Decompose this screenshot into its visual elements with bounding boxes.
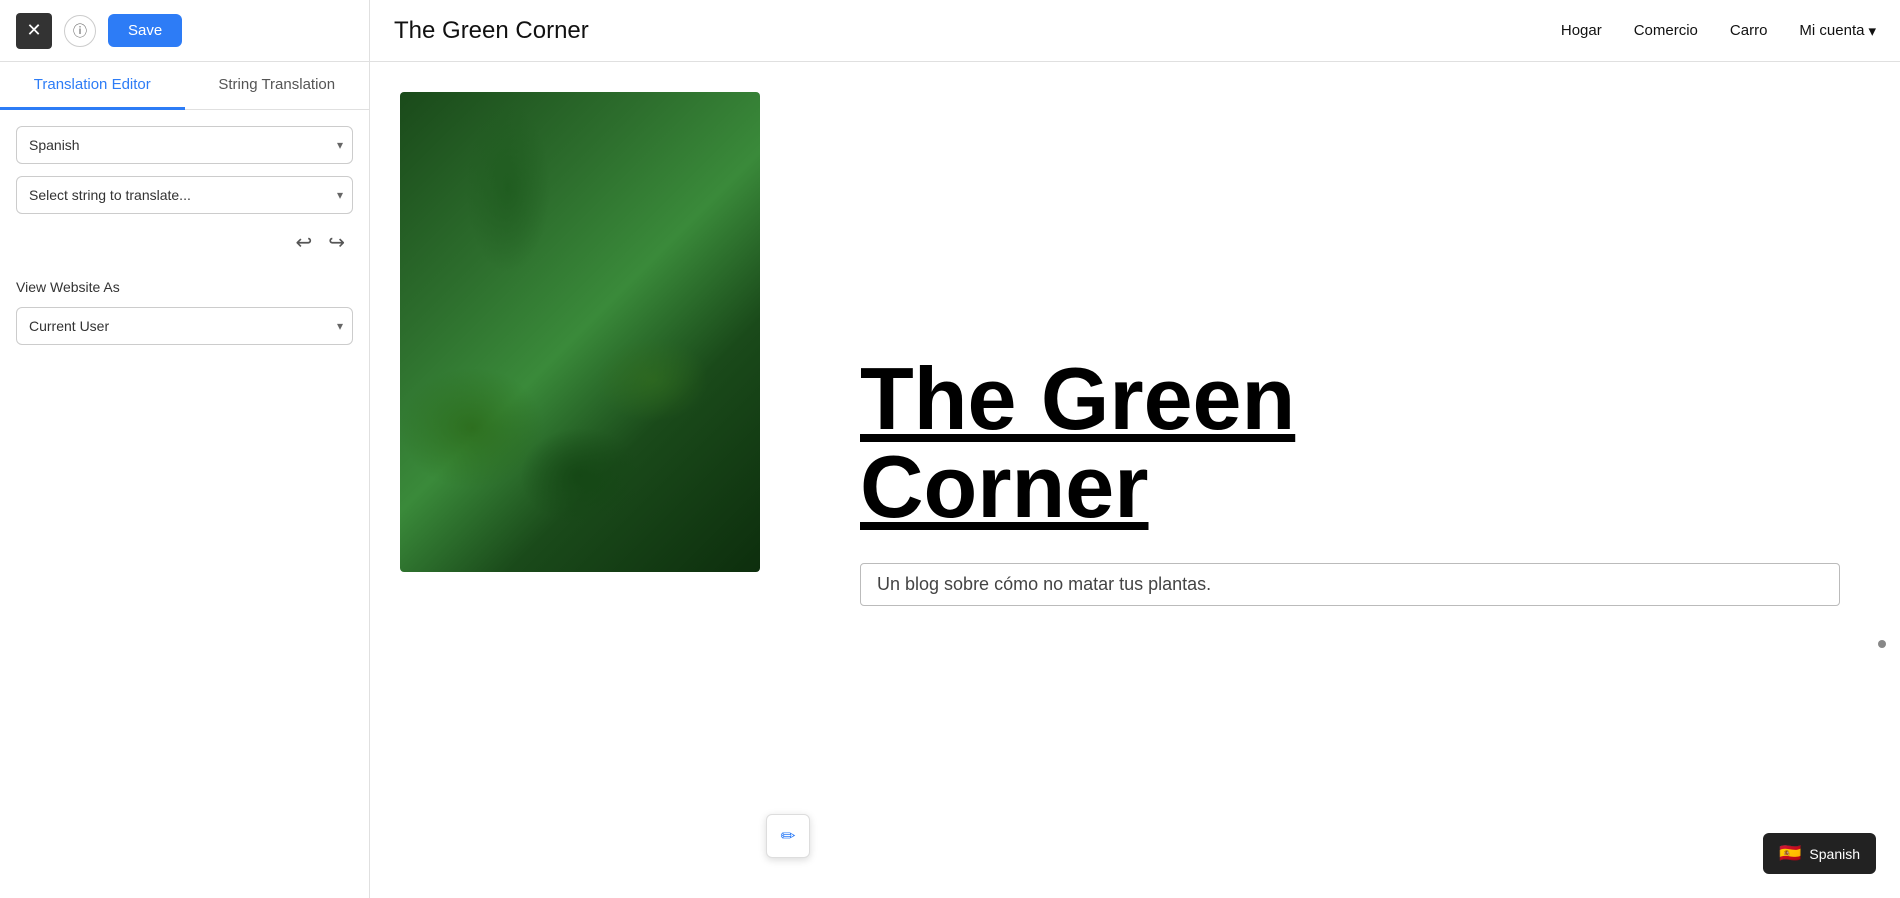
topbar: ✕ ⓘ Save The Green Corner Hogar Comercio… bbox=[0, 0, 1900, 62]
view-as-select[interactable]: Current User Guest bbox=[16, 307, 353, 345]
pencil-icon: ✏ bbox=[780, 826, 795, 847]
undo-button[interactable]: ↩ bbox=[291, 226, 316, 259]
language-select-wrapper: Spanish French German Portuguese ▾ bbox=[16, 126, 353, 164]
view-as-select-wrapper: Current User Guest ▾ bbox=[16, 307, 353, 345]
topbar-nav: Hogar Comercio Carro Mi cuenta ▾ bbox=[1537, 22, 1900, 40]
nav-account-arrow-icon: ▾ bbox=[1868, 22, 1876, 40]
nav-hogar[interactable]: Hogar bbox=[1561, 22, 1602, 39]
hero-section: ✏ The Green Corner Un blog sobre cómo no… bbox=[370, 62, 1900, 898]
info-icon: ⓘ bbox=[73, 21, 87, 41]
hero-title: The Green Corner bbox=[860, 355, 1840, 531]
sidebar-tabs: Translation Editor String Translation bbox=[0, 62, 369, 110]
hero-image-box bbox=[400, 92, 760, 572]
sidebar-content: Spanish French German Portuguese ▾ Selec… bbox=[0, 110, 369, 898]
string-select[interactable]: Select string to translate... bbox=[16, 176, 353, 214]
hero-title-line2: Corner bbox=[860, 437, 1149, 536]
view-website-as-label: View Website As bbox=[16, 279, 353, 295]
lang-badge-label: Spanish bbox=[1809, 846, 1860, 862]
string-select-wrapper: Select string to translate... ▾ bbox=[16, 176, 353, 214]
hero-subtitle: Un blog sobre cómo no matar tus plantas. bbox=[860, 563, 1840, 606]
nav-carro[interactable]: Carro bbox=[1730, 22, 1768, 39]
topbar-left: ✕ ⓘ Save bbox=[0, 0, 370, 61]
nav-comercio[interactable]: Comercio bbox=[1634, 22, 1698, 39]
leaf-overlay bbox=[400, 92, 760, 572]
language-select[interactable]: Spanish French German Portuguese bbox=[16, 126, 353, 164]
close-icon: ✕ bbox=[26, 20, 41, 41]
preview-area: ✏ The Green Corner Un blog sobre cómo no… bbox=[370, 62, 1900, 898]
save-button[interactable]: Save bbox=[108, 14, 182, 47]
info-button[interactable]: ⓘ bbox=[64, 15, 96, 47]
nav-account[interactable]: Mi cuenta ▾ bbox=[1799, 22, 1876, 40]
hero-title-line1: The Green bbox=[860, 349, 1295, 448]
redo-button[interactable]: ↪ bbox=[324, 226, 349, 259]
hero-image-side: ✏ bbox=[370, 62, 800, 898]
language-badge[interactable]: 🇪🇸 Spanish bbox=[1763, 833, 1876, 874]
tab-translation-editor[interactable]: Translation Editor bbox=[0, 62, 185, 110]
preview-website: ✏ The Green Corner Un blog sobre cómo no… bbox=[370, 62, 1900, 898]
close-button[interactable]: ✕ bbox=[16, 13, 52, 49]
edit-image-button[interactable]: ✏ bbox=[766, 814, 810, 858]
main-layout: Translation Editor String Translation Sp… bbox=[0, 62, 1900, 898]
sidebar: Translation Editor String Translation Sp… bbox=[0, 62, 370, 898]
site-title: The Green Corner bbox=[370, 17, 1537, 45]
flag-icon: 🇪🇸 bbox=[1779, 843, 1801, 864]
undo-redo-row: ↩ ↪ bbox=[16, 226, 353, 259]
tab-string-translation[interactable]: String Translation bbox=[185, 62, 370, 110]
hero-text-side: The Green Corner Un blog sobre cómo no m… bbox=[800, 62, 1900, 898]
